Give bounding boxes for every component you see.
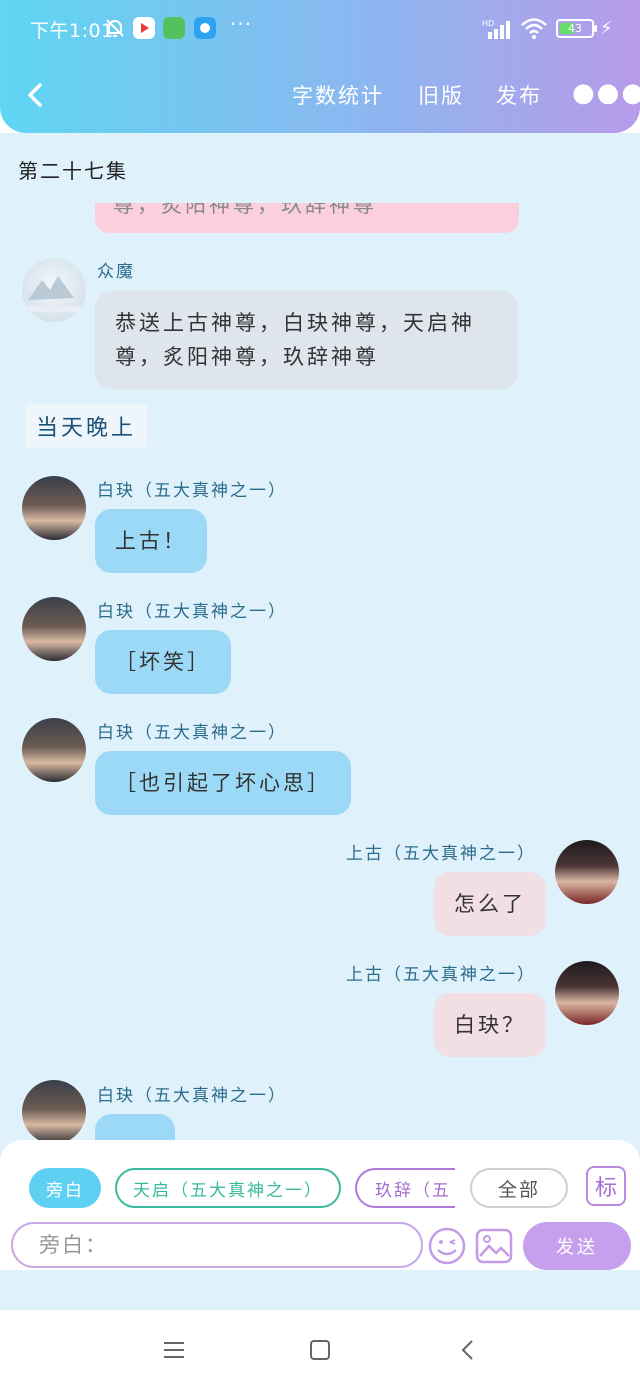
android-app-icon: [163, 17, 185, 39]
send-button[interactable]: 发送: [523, 1222, 631, 1270]
mute-bell-icon: [104, 17, 126, 39]
message-bubble[interactable]: 白玦？: [434, 993, 546, 1057]
role-chip-all[interactable]: 全部: [470, 1168, 568, 1208]
message-input[interactable]: [11, 1222, 423, 1268]
video-app-icon: [133, 17, 155, 39]
message-bubble[interactable]: ［坏笑］: [95, 630, 231, 694]
input-panel: 旁白 天启（五大真神之一） 玖辞（五 全部 标 发送: [0, 1140, 640, 1270]
tag-button[interactable]: 标: [586, 1166, 626, 1206]
back-button[interactable]: [18, 78, 52, 112]
top-header: 下午1:01 ··· HD 43 ⚡ 字数统计 旧版 发布 ●●●: [0, 0, 640, 133]
chat-app-icon: [194, 17, 216, 39]
battery-percent: 43: [568, 22, 582, 35]
chevron-left-icon: [28, 83, 42, 107]
emoji-icon[interactable]: [427, 1226, 467, 1266]
signal-icon: HD: [482, 19, 510, 39]
wifi-icon: [521, 18, 547, 39]
charging-icon: ⚡: [600, 18, 613, 39]
avatar-baijue[interactable]: [22, 597, 86, 661]
episode-title: 第二十七集: [18, 159, 128, 183]
status-bar: 下午1:01 ··· HD 43 ⚡: [0, 0, 640, 58]
chat-area[interactable]: 第二十七集 尊，炙阳神尊，玖辞神尊 众魔 恭送上古神尊，白玦神尊，天启神尊，炙阳…: [0, 133, 640, 1310]
avatar-zhongmo[interactable]: [22, 258, 86, 322]
role-chip-tianqi[interactable]: 天启（五大真神之一）: [115, 1168, 341, 1208]
old-version-button[interactable]: 旧版: [418, 80, 464, 110]
more-options-button[interactable]: ●●●: [572, 80, 640, 106]
role-chip-narrator[interactable]: 旁白: [29, 1168, 101, 1208]
battery-icon: 43: [556, 19, 597, 38]
sender-name: 白玦（五大真神之一）: [97, 602, 287, 622]
avatar-baijue[interactable]: [22, 1080, 86, 1144]
word-count-button[interactable]: 字数统计: [292, 80, 384, 110]
avatar-baijue[interactable]: [22, 718, 86, 782]
system-nav-bar: [0, 1310, 640, 1387]
avatar-shanggu[interactable]: [555, 961, 619, 1025]
sender-name: 众魔: [97, 262, 135, 282]
message-bubble[interactable]: 恭送上古神尊，白玦神尊，天启神尊，炙阳神尊，玖辞神尊: [95, 291, 518, 389]
narration-bubble[interactable]: 当天晚上: [25, 404, 148, 448]
sender-name: 白玦（五大真神之一）: [97, 481, 287, 501]
role-chip-jiuci[interactable]: 玖辞（五: [355, 1168, 455, 1208]
home-square-icon: [310, 1340, 330, 1360]
image-icon[interactable]: [474, 1226, 514, 1266]
message-bubble[interactable]: 怎么了: [434, 872, 546, 936]
status-time: 下午1:01: [30, 20, 114, 42]
more-notifications-icon: ···: [230, 12, 253, 36]
back-nav-button[interactable]: [448, 1332, 488, 1368]
message-bubble[interactable]: 上古！: [95, 509, 207, 573]
message-bubble[interactable]: ［也引起了坏心思］: [95, 751, 351, 815]
sender-name: 白玦（五大真神之一）: [97, 1086, 287, 1106]
sender-name: 上古（五大真神之一）: [346, 844, 536, 864]
sender-name: 上古（五大真神之一）: [346, 965, 536, 985]
mountain-image-icon: [26, 276, 82, 312]
avatar-shanggu[interactable]: [555, 840, 619, 904]
sender-name: 白玦（五大真神之一）: [97, 723, 287, 743]
avatar-baijue[interactable]: [22, 476, 86, 540]
partial-message-bubble[interactable]: 尊，炙阳神尊，玖辞神尊: [95, 203, 519, 233]
publish-button[interactable]: 发布: [496, 80, 542, 110]
svg-text:HD: HD: [482, 19, 494, 28]
menu-icon: [164, 1342, 184, 1358]
partial-message-text: 尊，炙阳神尊，玖辞神尊: [113, 203, 377, 217]
chevron-left-icon: [461, 1340, 473, 1360]
home-nav-button[interactable]: [300, 1332, 340, 1368]
menu-nav-button[interactable]: [154, 1332, 194, 1368]
